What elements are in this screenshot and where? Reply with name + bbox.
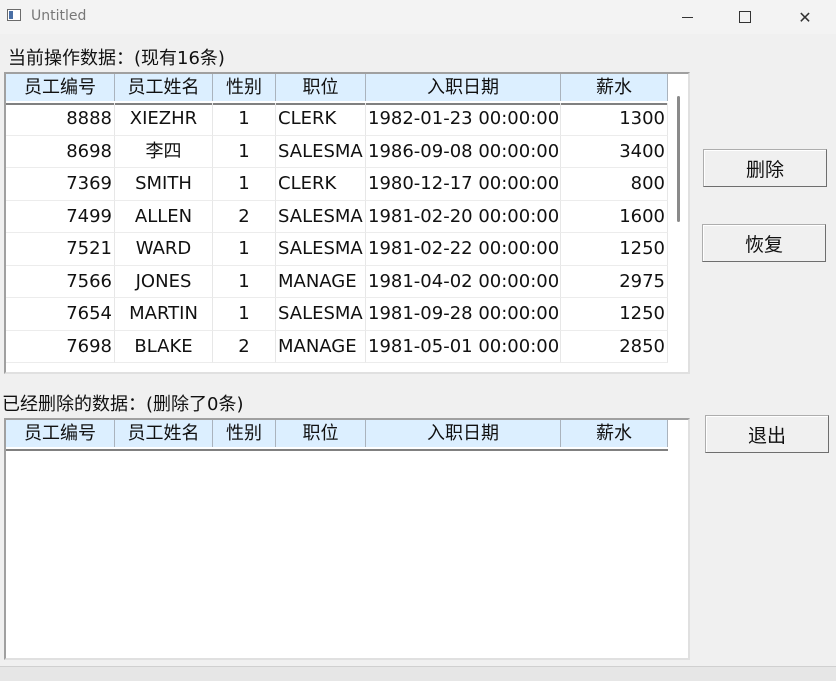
cell-job[interactable]: CLERK [276,103,366,136]
cell-hire-date[interactable]: 1981-02-20 00:00:00 [366,200,561,233]
minimize-icon [681,16,693,18]
cell-gender[interactable]: 1 [213,103,276,136]
cell-hire-date[interactable]: 1981-02-22 00:00:00 [366,233,561,266]
header-gender[interactable]: 性别 [213,74,276,101]
vertical-scrollbar[interactable] [677,96,680,222]
close-button[interactable]: ✕ [782,0,828,34]
cell-employee-name[interactable]: BLAKE [115,330,213,363]
cell-employee-id[interactable]: 7499 [6,200,115,233]
cell-employee-name[interactable]: WARD [115,233,213,266]
header-gender[interactable]: 性别 [213,420,276,447]
cell-job[interactable]: CLERK [276,168,366,201]
current-data-grid[interactable]: 员工编号 员工姓名 性别 职位 入职日期 薪水 8888 XIEZHR 1 CLERK… [4,72,690,374]
current-data-label: 当前操作数据：(现有16条) [8,48,225,69]
maximize-icon [739,11,751,23]
cell-employee-id[interactable]: 7698 [6,330,115,363]
cell-salary[interactable]: 1250 [561,233,668,266]
cell-hire-date[interactable]: 1981-09-28 00:00:00 [366,298,561,331]
cell-employee-id[interactable]: 8888 [6,103,115,136]
cell-employee-name[interactable]: ALLEN [115,200,213,233]
cell-gender[interactable]: 1 [213,168,276,201]
header-hire-date[interactable]: 入职日期 [366,74,561,101]
header-salary[interactable]: 薪水 [561,74,668,101]
delete-button[interactable]: 删除 [703,149,827,187]
close-icon: ✕ [798,7,812,27]
title-bar: Untitled ✕ [0,0,836,34]
table-row[interactable]: 8698 李四 1 SALESMA 1986-09-08 00:00:00 3400 [6,135,668,168]
table-row[interactable]: 7499 ALLEN 2 SALESMA 1981-02-20 00:00:00 1600 [6,200,668,233]
table-row[interactable]: 7521 WARD 1 SALESMA 1981-02-22 00:00:00 1250 [6,233,668,266]
cell-employee-name[interactable]: SMITH [115,168,213,201]
table-row[interactable]: 8888 XIEZHR 1 CLERK 1982-01-23 00:00:00 1300 [6,103,668,136]
header-employee-name[interactable]: 员工姓名 [115,420,213,447]
cell-job[interactable]: SALESMA [276,298,366,331]
deleted-data-grid[interactable]: 员工编号 员工姓名 性别 职位 入职日期 薪水 [4,418,690,660]
cell-gender[interactable]: 1 [213,135,276,168]
cell-hire-date[interactable]: 1981-04-02 00:00:00 [366,265,561,298]
cell-employee-id[interactable]: 7521 [6,233,115,266]
cell-gender[interactable]: 1 [213,298,276,331]
cell-employee-name[interactable]: 李四 [115,135,213,168]
cell-gender[interactable]: 1 [213,233,276,266]
cell-salary[interactable]: 1300 [561,103,668,136]
cell-salary[interactable]: 2850 [561,330,668,363]
minimize-button[interactable] [664,0,710,34]
table-row[interactable]: 7698 BLAKE 2 MANAGE 1981-05-01 00:00:00 2850 [6,330,668,363]
cell-hire-date[interactable]: 1981-05-01 00:00:00 [366,330,561,363]
restore-button[interactable]: 恢复 [702,224,826,262]
app-window-icon [7,9,21,21]
cell-salary[interactable]: 3400 [561,135,668,168]
cell-employee-name[interactable]: MARTIN [115,298,213,331]
cell-gender[interactable]: 2 [213,330,276,363]
current-grid-rows: 8888 XIEZHR 1 CLERK 1982-01-23 00:00:00 1300 8… [6,103,668,363]
header-employee-id[interactable]: 员工编号 [6,420,115,447]
cell-job[interactable]: MANAGE [276,265,366,298]
exit-button[interactable]: 退出 [705,415,829,453]
current-grid-header: 员工编号 员工姓名 性别 职位 入职日期 薪水 [6,74,668,105]
cell-salary[interactable]: 1600 [561,200,668,233]
table-row[interactable]: 7369 SMITH 1 CLERK 1980-12-17 00:00:00 800 [6,168,668,201]
cell-salary[interactable]: 1250 [561,298,668,331]
cell-gender[interactable]: 2 [213,200,276,233]
window-title: Untitled [31,8,87,24]
cell-job[interactable]: SALESMA [276,233,366,266]
cell-employee-id[interactable]: 8698 [6,135,115,168]
deleted-data-label: 已经删除的数据：(删除了0条) [2,394,244,415]
header-job[interactable]: 职位 [276,74,366,101]
cell-salary[interactable]: 800 [561,168,668,201]
header-salary[interactable]: 薪水 [561,420,668,447]
cell-employee-id[interactable]: 7654 [6,298,115,331]
cell-employee-id[interactable]: 7369 [6,168,115,201]
cell-hire-date[interactable]: 1986-09-08 00:00:00 [366,135,561,168]
cell-hire-date[interactable]: 1982-01-23 00:00:00 [366,103,561,136]
header-employee-id[interactable]: 员工编号 [6,74,115,101]
cell-salary[interactable]: 2975 [561,265,668,298]
window-bottom-edge [0,666,836,681]
table-row[interactable]: 7654 MARTIN 1 SALESMA 1981-09-28 00:00:00 125… [6,298,668,331]
cell-employee-name[interactable]: XIEZHR [115,103,213,136]
cell-gender[interactable]: 1 [213,265,276,298]
cell-job[interactable]: SALESMA [276,200,366,233]
deleted-grid-header: 员工编号 员工姓名 性别 职位 入职日期 薪水 [6,420,668,451]
table-row[interactable]: 7566 JONES 1 MANAGE 1981-04-02 00:00:00 2975 [6,265,668,298]
cell-job[interactable]: SALESMA [276,135,366,168]
cell-job[interactable]: MANAGE [276,330,366,363]
cell-employee-name[interactable]: JONES [115,265,213,298]
header-hire-date[interactable]: 入职日期 [366,420,561,447]
cell-hire-date[interactable]: 1980-12-17 00:00:00 [366,168,561,201]
maximize-button[interactable] [722,0,768,34]
cell-employee-id[interactable]: 7566 [6,265,115,298]
header-job[interactable]: 职位 [276,420,366,447]
header-employee-name[interactable]: 员工姓名 [115,74,213,101]
